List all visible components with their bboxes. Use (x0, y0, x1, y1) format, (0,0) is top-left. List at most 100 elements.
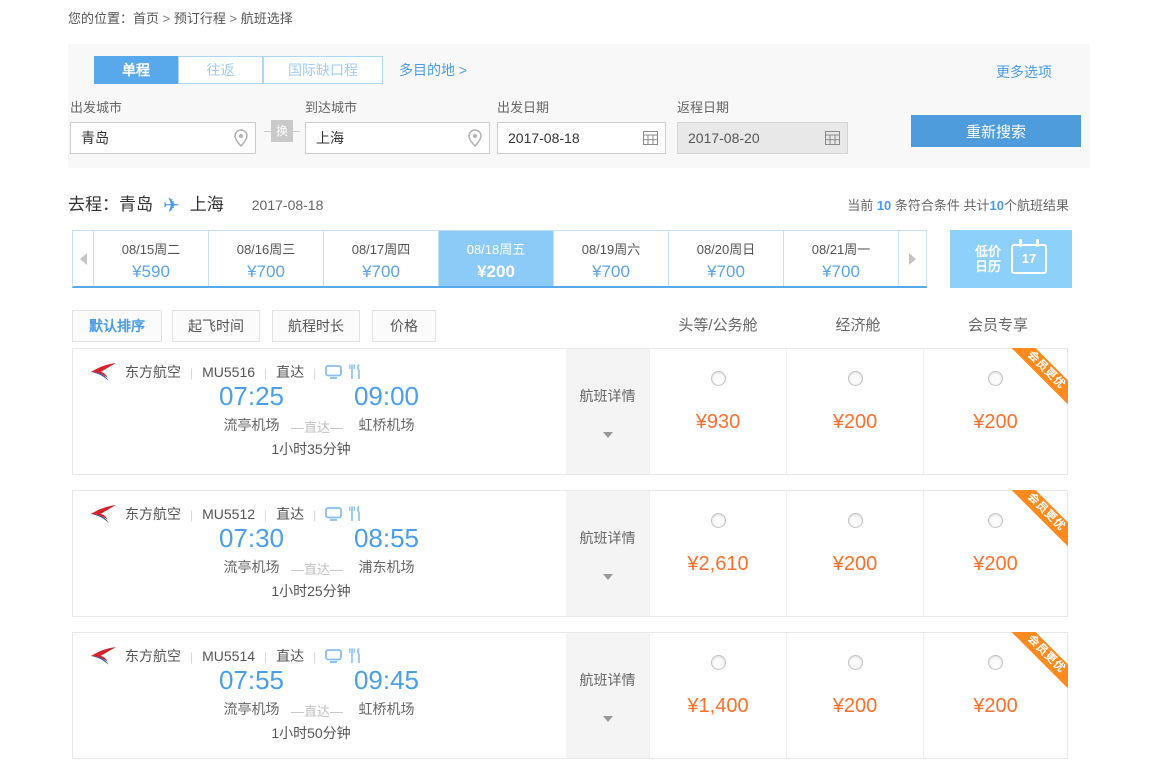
price-value: ¥200 (832, 553, 878, 575)
fare-cell-economy[interactable]: ¥200 (786, 491, 923, 616)
fare-radio[interactable] (847, 513, 863, 528)
fare-cell-economy[interactable]: ¥200 (786, 349, 923, 474)
tab-one-way[interactable]: 单程 (94, 56, 178, 84)
prev-dates-arrow[interactable] (73, 231, 93, 286)
chevron-right-icon (909, 252, 916, 265)
separator (181, 506, 202, 522)
chevron-left-icon (79, 252, 87, 265)
sort-default-button[interactable]: 默认排序 (72, 310, 162, 342)
arrival-block: 09:45 虹桥机场 (314, 665, 459, 719)
price-value: ¥930 (695, 411, 741, 433)
return-date-input[interactable] (677, 122, 848, 154)
flight-number: MU5514 (202, 647, 256, 664)
amenity-icons (325, 364, 361, 379)
tab-round-trip[interactable]: 往返 (178, 56, 263, 84)
fare-cell-economy[interactable]: ¥200 (786, 633, 923, 758)
flight-detail-label: 航班详情 (579, 387, 636, 404)
fare-cell-first-business[interactable]: ¥1,400 (649, 633, 786, 758)
plane-icon: ✈ (163, 195, 180, 217)
price-value: ¥200 (973, 695, 1018, 717)
breadcrumb-item[interactable]: 航班选择 (226, 11, 293, 26)
date-tab[interactable]: 08/18周五 ¥200 (438, 231, 553, 286)
separator (255, 364, 276, 380)
ribbon-label: 会员更优 (1010, 490, 1068, 548)
chevron-down-icon (602, 431, 613, 438)
date-tab-price: ¥700 (362, 262, 400, 281)
fare-radio[interactable] (847, 371, 863, 386)
date-tab-price: ¥200 (477, 262, 515, 281)
arrival-time: 09:00 (353, 381, 420, 411)
departure-city-input[interactable] (70, 122, 256, 154)
date-tab[interactable]: 08/19周六 ¥700 (553, 231, 668, 286)
flight-header: 东方航空 MU5516 直达 (89, 361, 361, 382)
date-tab[interactable]: 08/15周二 ¥590 (93, 231, 208, 286)
date-tab-label: 08/19周六 (581, 242, 641, 257)
swap-cities-button[interactable]: 换 (271, 120, 293, 142)
fare-radio[interactable] (847, 655, 863, 670)
member-deal-ribbon: 会员更优 (1010, 348, 1068, 406)
fare-cell-first-business[interactable]: ¥930 (649, 349, 786, 474)
route-header: 去程：青岛 ✈ 上海 2017-08-18 当前 10 条符合条件 共计10个航班结果 (68, 190, 1090, 217)
separator (255, 506, 276, 522)
price-value: ¥200 (832, 695, 878, 717)
date-strip-days: 08/15周二 ¥590 08/16周三 ¥700 08/17周四 ¥700 0… (93, 231, 898, 286)
flight-detail-label: 航班详情 (579, 671, 636, 688)
member-deal-ribbon: 会员更优 (1010, 632, 1068, 690)
date-tab-price: ¥700 (592, 262, 630, 281)
more-options-link[interactable]: 更多选项 (996, 62, 1052, 82)
arrival-time: 09:45 (353, 665, 420, 695)
fare-radio[interactable] (710, 371, 726, 386)
low-price-calendar-button[interactable]: 低价 日历 17 (950, 230, 1072, 288)
fare-cell-first-business[interactable]: ¥2,610 (649, 491, 786, 616)
search-panel: 单程 往返 国际缺口程 多目的地 > 更多选项 出发城市 换 到达城市 出发日期 (68, 44, 1090, 168)
arrival-city-input[interactable] (305, 122, 490, 154)
fare-radio[interactable] (988, 371, 1003, 386)
separator (304, 648, 325, 664)
fare-radio[interactable] (988, 513, 1003, 528)
swap-dash-left (264, 130, 271, 132)
date-tab-price: ¥700 (822, 262, 860, 281)
fare-radio[interactable] (988, 655, 1003, 670)
column-header-member: 会员专享 (967, 317, 1028, 334)
flight-detail-toggle[interactable]: 航班详情 (566, 491, 649, 616)
date-tab[interactable]: 08/20周日 ¥700 (668, 231, 783, 286)
date-tab-label: 08/17周四 (351, 242, 411, 257)
column-header-first-business: 头等/公务舱 (678, 317, 758, 334)
member-deal-ribbon: 会员更优 (1010, 490, 1068, 548)
china-eastern-logo-icon (89, 503, 117, 524)
next-dates-arrow[interactable] (898, 231, 926, 286)
arrival-time: 08:55 (353, 523, 420, 553)
fare-radio[interactable] (710, 655, 726, 670)
flight-header: 东方航空 MU5514 直达 (89, 645, 361, 666)
multi-city-link[interactable]: 多目的地 > (399, 56, 467, 84)
date-tab[interactable]: 08/17周四 ¥700 (323, 231, 438, 286)
breadcrumb: 您的位置：首页预订行程航班选择 (68, 8, 293, 27)
flight-detail-toggle[interactable]: 航班详情 (566, 633, 649, 758)
price-value: ¥200 (973, 411, 1018, 433)
fare-radio[interactable] (710, 513, 726, 528)
breadcrumb-item[interactable]: 首页 (133, 11, 159, 26)
search-again-button[interactable]: 重新搜索 (911, 115, 1081, 147)
sort-price-button[interactable]: 价格 (372, 310, 436, 342)
flight-detail-toggle[interactable]: 航班详情 (566, 349, 649, 474)
date-tab[interactable]: 08/16周三 ¥700 (208, 231, 323, 286)
arrival-airport: 浦东机场 (358, 559, 415, 575)
tab-open-jaw[interactable]: 国际缺口程 (263, 56, 383, 84)
location-pin-icon (234, 129, 248, 147)
sort-departure-time-button[interactable]: 起飞时间 (172, 310, 260, 342)
entertainment-tv-icon (325, 364, 343, 379)
entertainment-tv-icon (325, 648, 343, 663)
sort-duration-button[interactable]: 航程时长 (272, 310, 360, 342)
date-tab-price: ¥590 (132, 262, 170, 281)
date-tab[interactable]: 08/21周一 ¥700 (783, 231, 898, 286)
arrival-airport: 虹桥机场 (358, 417, 415, 433)
route-date: 2017-08-18 (251, 197, 324, 213)
date-tab-label: 08/15周二 (121, 242, 181, 257)
route-type: 直达 (276, 363, 305, 380)
route-type: 直达 (276, 647, 305, 664)
depart-date-input[interactable] (497, 122, 666, 154)
date-strip: 08/15周二 ¥590 08/16周三 ¥700 08/17周四 ¥700 0… (72, 230, 927, 288)
route-type: 直达 (276, 505, 305, 522)
breadcrumb-item[interactable]: 预订行程 (159, 11, 226, 26)
meal-icon (349, 364, 361, 379)
